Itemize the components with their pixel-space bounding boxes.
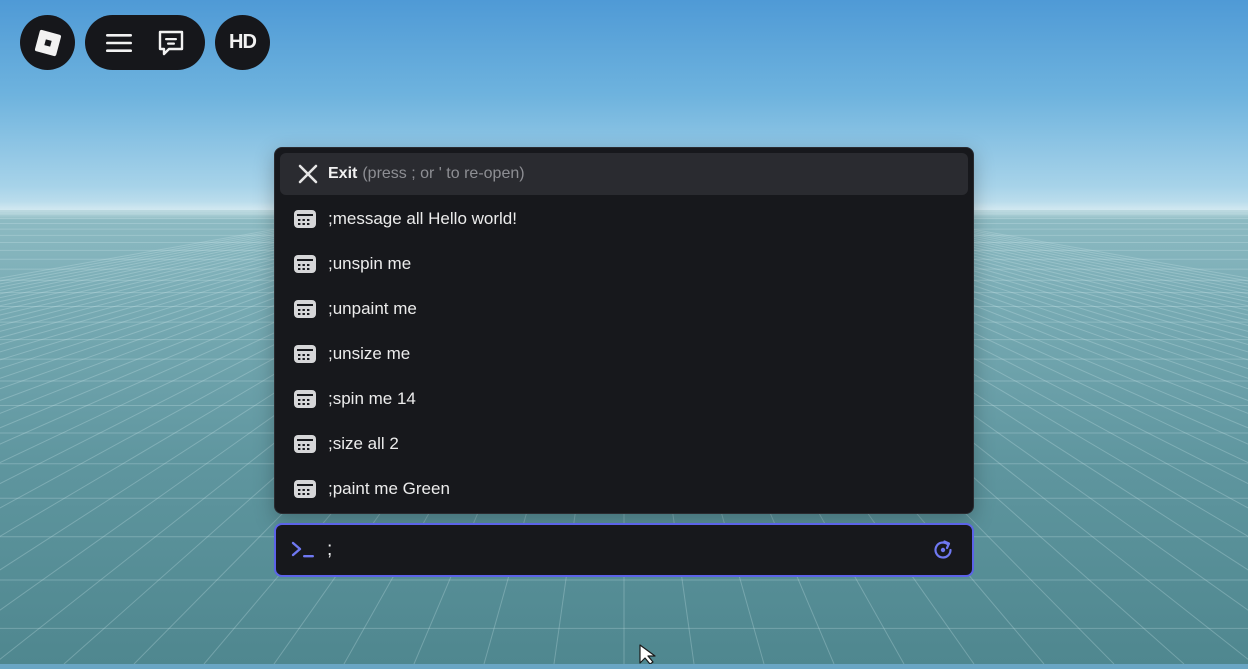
command-item[interactable]: ;unsize me bbox=[275, 331, 975, 376]
command-history-icon bbox=[293, 342, 317, 366]
command-item[interactable]: ;spin me 14 bbox=[275, 376, 975, 421]
command-text: ;unpaint me bbox=[328, 298, 417, 318]
command-item[interactable]: ;unpaint me bbox=[275, 286, 975, 331]
command-item[interactable]: ;message all Hello world! bbox=[275, 196, 975, 241]
roblox-menu-button[interactable] bbox=[20, 15, 75, 70]
command-history-icon bbox=[293, 432, 317, 456]
command-text: ;spin me 14 bbox=[328, 388, 416, 408]
command-text: ;unsize me bbox=[328, 343, 411, 363]
command-history-icon bbox=[293, 207, 317, 231]
command-text: ;paint me Green bbox=[328, 478, 450, 498]
menu-chat-group bbox=[85, 15, 205, 70]
command-item[interactable]: ;paint me Green bbox=[275, 466, 975, 511]
command-input[interactable] bbox=[327, 535, 930, 565]
mouse-cursor-icon bbox=[638, 644, 658, 665]
command-palette: Exit (press ; or ' to re-open) ;message … bbox=[274, 147, 974, 514]
hd-label: HD bbox=[229, 31, 257, 53]
command-bar bbox=[274, 523, 974, 577]
hd-admin-button[interactable]: HD bbox=[215, 15, 270, 70]
chat-bubble-icon[interactable] bbox=[153, 25, 189, 61]
command-history-icon bbox=[293, 297, 317, 321]
command-text: ;size all 2 bbox=[328, 433, 399, 453]
exit-hint: (press ; or ' to re-open) bbox=[362, 165, 525, 182]
exit-label: Exit bbox=[328, 165, 358, 182]
command-history-icon bbox=[293, 477, 317, 501]
exit-button[interactable]: Exit (press ; or ' to re-open) bbox=[280, 153, 968, 195]
command-text: ;unspin me bbox=[328, 253, 412, 273]
command-item[interactable]: ;size all 2 bbox=[275, 421, 975, 466]
close-icon bbox=[296, 162, 320, 186]
refresh-icon[interactable] bbox=[930, 537, 956, 563]
command-history-list: ;message all Hello world! ;unspin me ;un… bbox=[275, 196, 975, 511]
command-text: ;message all Hello world! bbox=[328, 208, 517, 228]
roblox-logo-icon bbox=[30, 25, 66, 61]
command-item[interactable]: ;unspin me bbox=[275, 241, 975, 286]
hamburger-menu-icon[interactable] bbox=[101, 25, 137, 61]
command-history-icon bbox=[293, 387, 317, 411]
command-history-icon bbox=[293, 252, 317, 276]
terminal-prompt-icon bbox=[289, 536, 317, 564]
